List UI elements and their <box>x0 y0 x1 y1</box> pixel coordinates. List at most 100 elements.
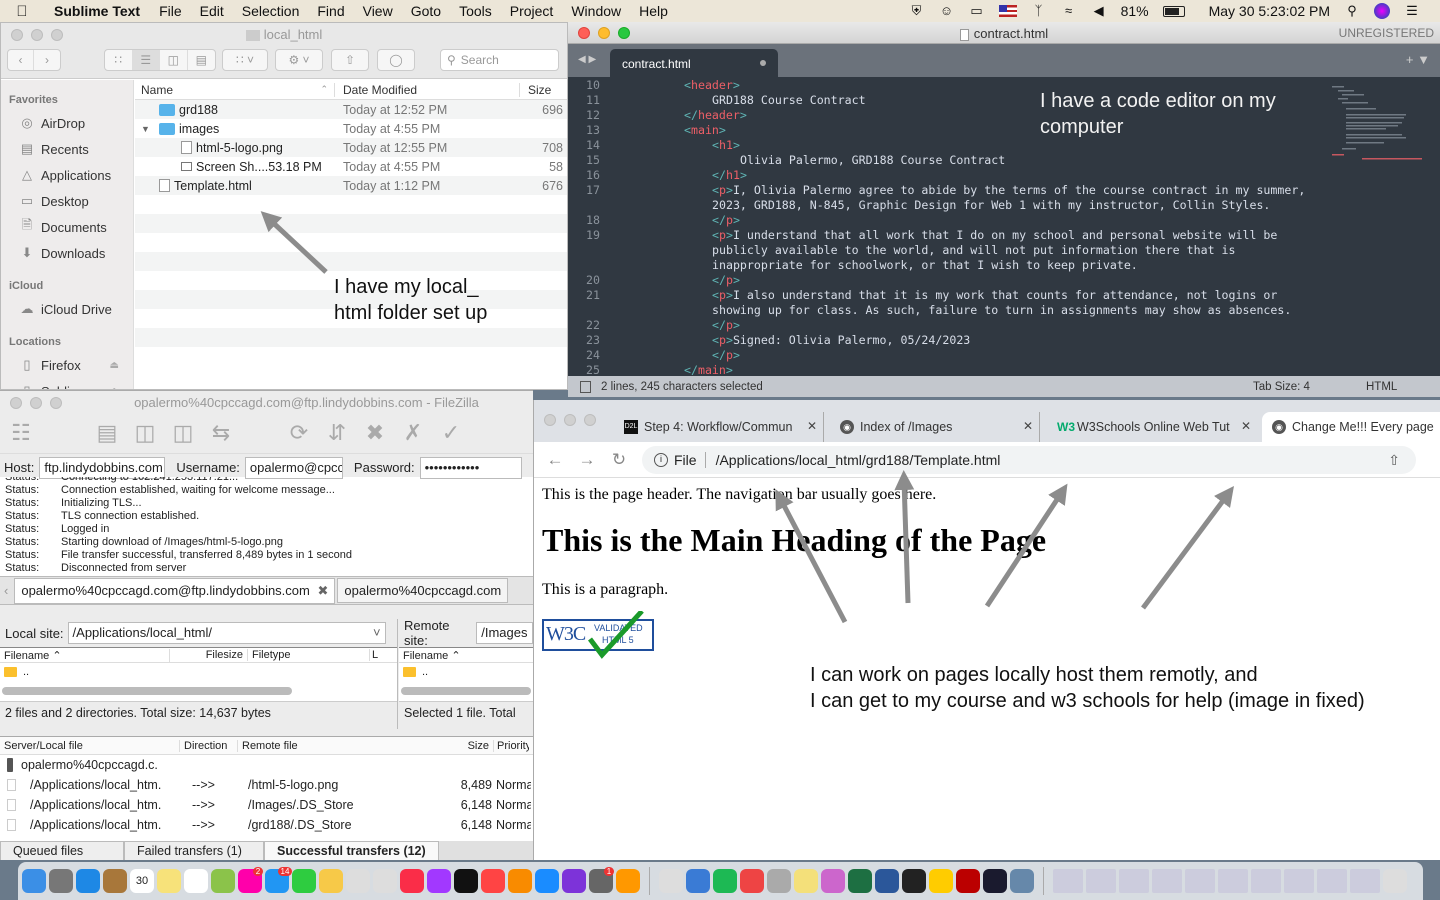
sidebar-item-airdrop[interactable]: ◎ AirDrop <box>1 110 133 136</box>
group-button[interactable]: ∷ ˅ <box>222 49 268 71</box>
file-row[interactable]: Template.html Today at 1:12 PM 676 <box>135 176 567 195</box>
menu-help[interactable]: Help <box>630 3 677 19</box>
forward-arrow-icon[interactable]: → <box>571 450 603 470</box>
dock-app-excel[interactable] <box>848 869 872 893</box>
dock-app-maps[interactable] <box>211 869 235 893</box>
browser-tab-d2l[interactable]: D2L Step 4: Workflow/Commun ✕ <box>614 412 824 442</box>
code-line[interactable]: 20 </p> <box>568 273 1440 288</box>
dock-app-sublime-text[interactable] <box>616 869 640 893</box>
close-tab-icon[interactable]: ✕ <box>807 419 817 433</box>
code-line[interactable]: 15 Olivia Palermo, GRD188 Course Contract <box>568 153 1440 168</box>
forward-button[interactable]: › <box>34 50 60 70</box>
code-line[interactable]: publicly available to the world, and wil… <box>568 243 1440 258</box>
disconnect-icon[interactable]: ✗ <box>398 418 428 448</box>
site-manager-icon[interactable]: ☷ <box>6 418 36 448</box>
file-row[interactable]: ▼ images Today at 4:55 PM <box>135 119 567 138</box>
close-tab-icon[interactable]: ✕ <box>1023 419 1033 433</box>
disclosure-triangle-icon[interactable]: ▼ <box>141 124 155 134</box>
queue-server-row[interactable]: opalermo%40cpccagd.c. <box>0 755 533 775</box>
volume-icon[interactable]: ◀ <box>1091 4 1107 18</box>
queue-row[interactable]: /Applications/local_htm. -->> /html-5-logo… <box>0 775 533 795</box>
tab-size-status[interactable]: Tab Size: 4 <box>1253 381 1310 393</box>
dock-app-unknown[interactable] <box>659 869 683 893</box>
column-filesize[interactable]: Filesize <box>170 649 248 661</box>
shield-icon[interactable]: ⛨ <box>909 4 925 18</box>
browser-tab-w3schools[interactable]: W3 W3Schools Online Web Tut ✕ <box>1047 412 1257 442</box>
tag-button[interactable]: ◯ <box>377 49 415 71</box>
dock-app-app-store[interactable] <box>535 869 559 893</box>
zoom-button[interactable] <box>584 414 596 426</box>
icon-view-button[interactable]: ∷ <box>105 50 133 70</box>
dock-app-preview[interactable] <box>1010 869 1034 893</box>
control-center-icon[interactable]: ☰ <box>1404 4 1420 18</box>
dock-app-reminders[interactable] <box>184 869 208 893</box>
sidebar-item-documents[interactable]: 🗎 Documents <box>1 214 133 240</box>
dock-app-pages[interactable] <box>319 869 343 893</box>
dock-app-stickies[interactable] <box>794 869 818 893</box>
site-tab-1[interactable]: opalermo%40cpccagd.com@ftp.lindydobbins.… <box>14 577 336 604</box>
share-button[interactable]: ⇧ <box>331 49 369 71</box>
dock-app-terminal[interactable] <box>902 869 926 893</box>
column-filename[interactable]: Filename ⌃ <box>0 648 170 662</box>
dock-minimized-window[interactable] <box>1218 869 1248 893</box>
gallery-view-button[interactable]: ▤ <box>188 50 215 70</box>
dock-app-launchpad[interactable] <box>49 869 73 893</box>
queue-row[interactable]: /Applications/local_htm. -->> /Images/.DS_… <box>0 795 533 815</box>
dock-app-unknown[interactable] <box>373 869 397 893</box>
reconnect-icon[interactable]: ✓ <box>436 418 466 448</box>
queue-row[interactable]: /Applications/local_htm. -->> /grd188/.DS_… <box>0 815 533 835</box>
code-line[interactable]: inappropriate for schoolwork, or that I … <box>568 258 1440 273</box>
code-line[interactable]: 17 <p>I, Olivia Palermo agree to abide by… <box>568 183 1440 198</box>
menu-view[interactable]: View <box>354 3 402 19</box>
dock-app-photos[interactable]: 2 <box>238 867 264 893</box>
transfer-queue-icon[interactable]: ⇆ <box>206 418 236 448</box>
code-editor[interactable]: 10 <header> 11 GRD188 Course Contract 12 </he… <box>568 78 1440 377</box>
code-line[interactable]: 24 </p> <box>568 348 1440 363</box>
dock-app-music[interactable] <box>400 869 424 893</box>
file-row[interactable]: .. <box>0 663 397 681</box>
dock-minimized-window[interactable] <box>1119 869 1149 893</box>
dock-minimized-window[interactable] <box>1086 869 1116 893</box>
siri-icon[interactable] <box>1374 3 1390 19</box>
tab-failed-transfers[interactable]: Failed transfers (1) <box>124 841 264 860</box>
browser-tab-index-images[interactable]: ◉ Index of /Images ✕ <box>830 412 1040 442</box>
dock-app-finder[interactable] <box>22 869 46 893</box>
accessibility-icon[interactable]: ☺ <box>939 4 955 18</box>
menu-window[interactable]: Window <box>562 3 630 19</box>
column-date[interactable]: Date Modified <box>335 82 520 97</box>
dock-app-notes[interactable] <box>157 869 181 893</box>
share-icon[interactable]: ⇧ <box>1388 452 1400 469</box>
column-direction[interactable]: Direction <box>180 739 238 752</box>
close-tab-icon[interactable]: ✖ <box>317 583 328 598</box>
dock-minimized-window[interactable] <box>1251 869 1281 893</box>
minimize-button[interactable] <box>564 414 576 426</box>
wifi-icon[interactable]: ≈ <box>1061 4 1077 18</box>
sublime-titlebar[interactable]: contract.html UNREGISTERED <box>568 22 1440 44</box>
dock-app-network-radar[interactable] <box>686 869 710 893</box>
file-row[interactable]: Screen Sh....53.18 PM Today at 4:55 PM 58 <box>135 157 567 176</box>
code-line[interactable]: 22 </p> <box>568 318 1440 333</box>
code-line[interactable]: 10 <header> <box>568 78 1440 93</box>
close-button[interactable] <box>544 414 556 426</box>
sidebar-item-icloud-drive[interactable]: ☁ iCloud Drive <box>1 296 133 322</box>
code-line[interactable]: 18 </p> <box>568 213 1440 228</box>
back-button[interactable]: ‹ <box>8 50 35 70</box>
horizontal-scrollbar[interactable] <box>2 687 292 695</box>
clock[interactable]: May 30 5:23:02 PM <box>1209 3 1330 19</box>
sidebar-item-downloads[interactable]: ⬇ Downloads <box>1 240 133 266</box>
code-line[interactable]: showing up for class. As such, failure t… <box>568 303 1440 318</box>
dock-app-spotify[interactable] <box>713 869 737 893</box>
column-local-file[interactable]: Server/Local file <box>0 739 180 752</box>
apple-menu-icon[interactable]:  <box>0 3 44 20</box>
refresh-icon[interactable]: ⟳ <box>284 418 314 448</box>
column-last-modified[interactable]: L <box>370 649 378 661</box>
w3c-validated-badge[interactable]: W3C VALIDATED HTML 5 <box>542 611 654 659</box>
file-row[interactable]: html-5-logo.png Today at 12:55 PM 708 <box>135 138 567 157</box>
menu-find[interactable]: Find <box>308 3 353 19</box>
reload-icon[interactable]: ↻ <box>603 450 635 470</box>
unsaved-dot-icon[interactable] <box>760 60 766 66</box>
tab-contract-html[interactable]: contract.html <box>610 49 778 77</box>
info-icon[interactable]: i <box>654 453 668 467</box>
filezilla-titlebar[interactable]: opalermo%40cpccagd.com@ftp.lindydobbins.… <box>0 391 533 413</box>
dock-app-system-preferences[interactable]: 1 <box>589 867 615 893</box>
